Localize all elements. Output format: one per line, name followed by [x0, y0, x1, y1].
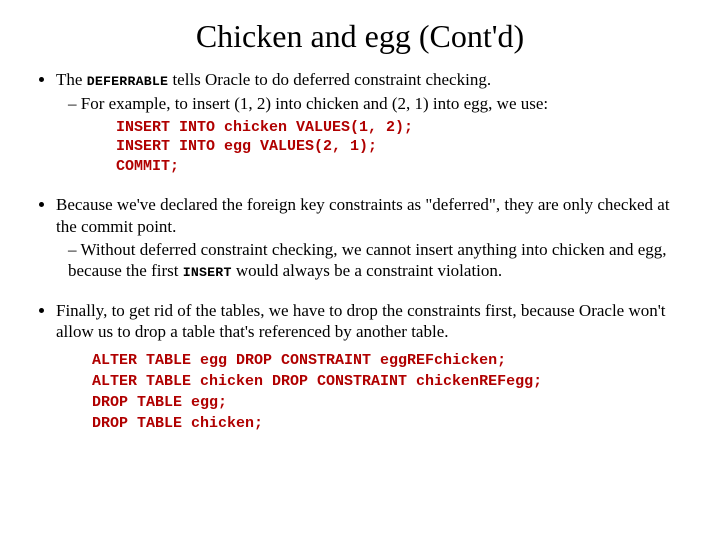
bullet-2: Because we've declared the foreign key c…	[56, 194, 690, 281]
bullet-3-text: Finally, to get rid of the tables, we ha…	[56, 301, 666, 341]
bullet-3: Finally, to get rid of the tables, we ha…	[56, 300, 690, 435]
bullet-list: The DEFERRABLE tells Oracle to do deferr…	[30, 69, 690, 434]
bullet-2-sub-1: Without deferred constraint checking, we…	[68, 239, 690, 282]
bullet-2-sub-1-post: would always be a constraint violation.	[232, 261, 503, 280]
bullet-2-sub: Without deferred constraint checking, we…	[56, 239, 690, 282]
bullet-1-post: tells Oracle to do deferred constraint c…	[168, 70, 491, 89]
code-block-1: INSERT INTO chicken VALUES(1, 2); INSERT…	[116, 118, 690, 177]
code-block-2: ALTER TABLE egg DROP CONSTRAINT eggREFch…	[92, 350, 690, 434]
bullet-1-sub: For example, to insert (1, 2) into chick…	[56, 93, 690, 114]
keyword-insert: INSERT	[183, 265, 232, 280]
keyword-deferrable: DEFERRABLE	[87, 74, 169, 89]
bullet-1-pre: The	[56, 70, 87, 89]
slide-title: Chicken and egg (Cont'd)	[30, 18, 690, 55]
slide: Chicken and egg (Cont'd) The DEFERRABLE …	[0, 0, 720, 472]
bullet-2-text: Because we've declared the foreign key c…	[56, 195, 670, 235]
bullet-1: The DEFERRABLE tells Oracle to do deferr…	[56, 69, 690, 176]
bullet-1-sub-1: For example, to insert (1, 2) into chick…	[68, 93, 690, 114]
